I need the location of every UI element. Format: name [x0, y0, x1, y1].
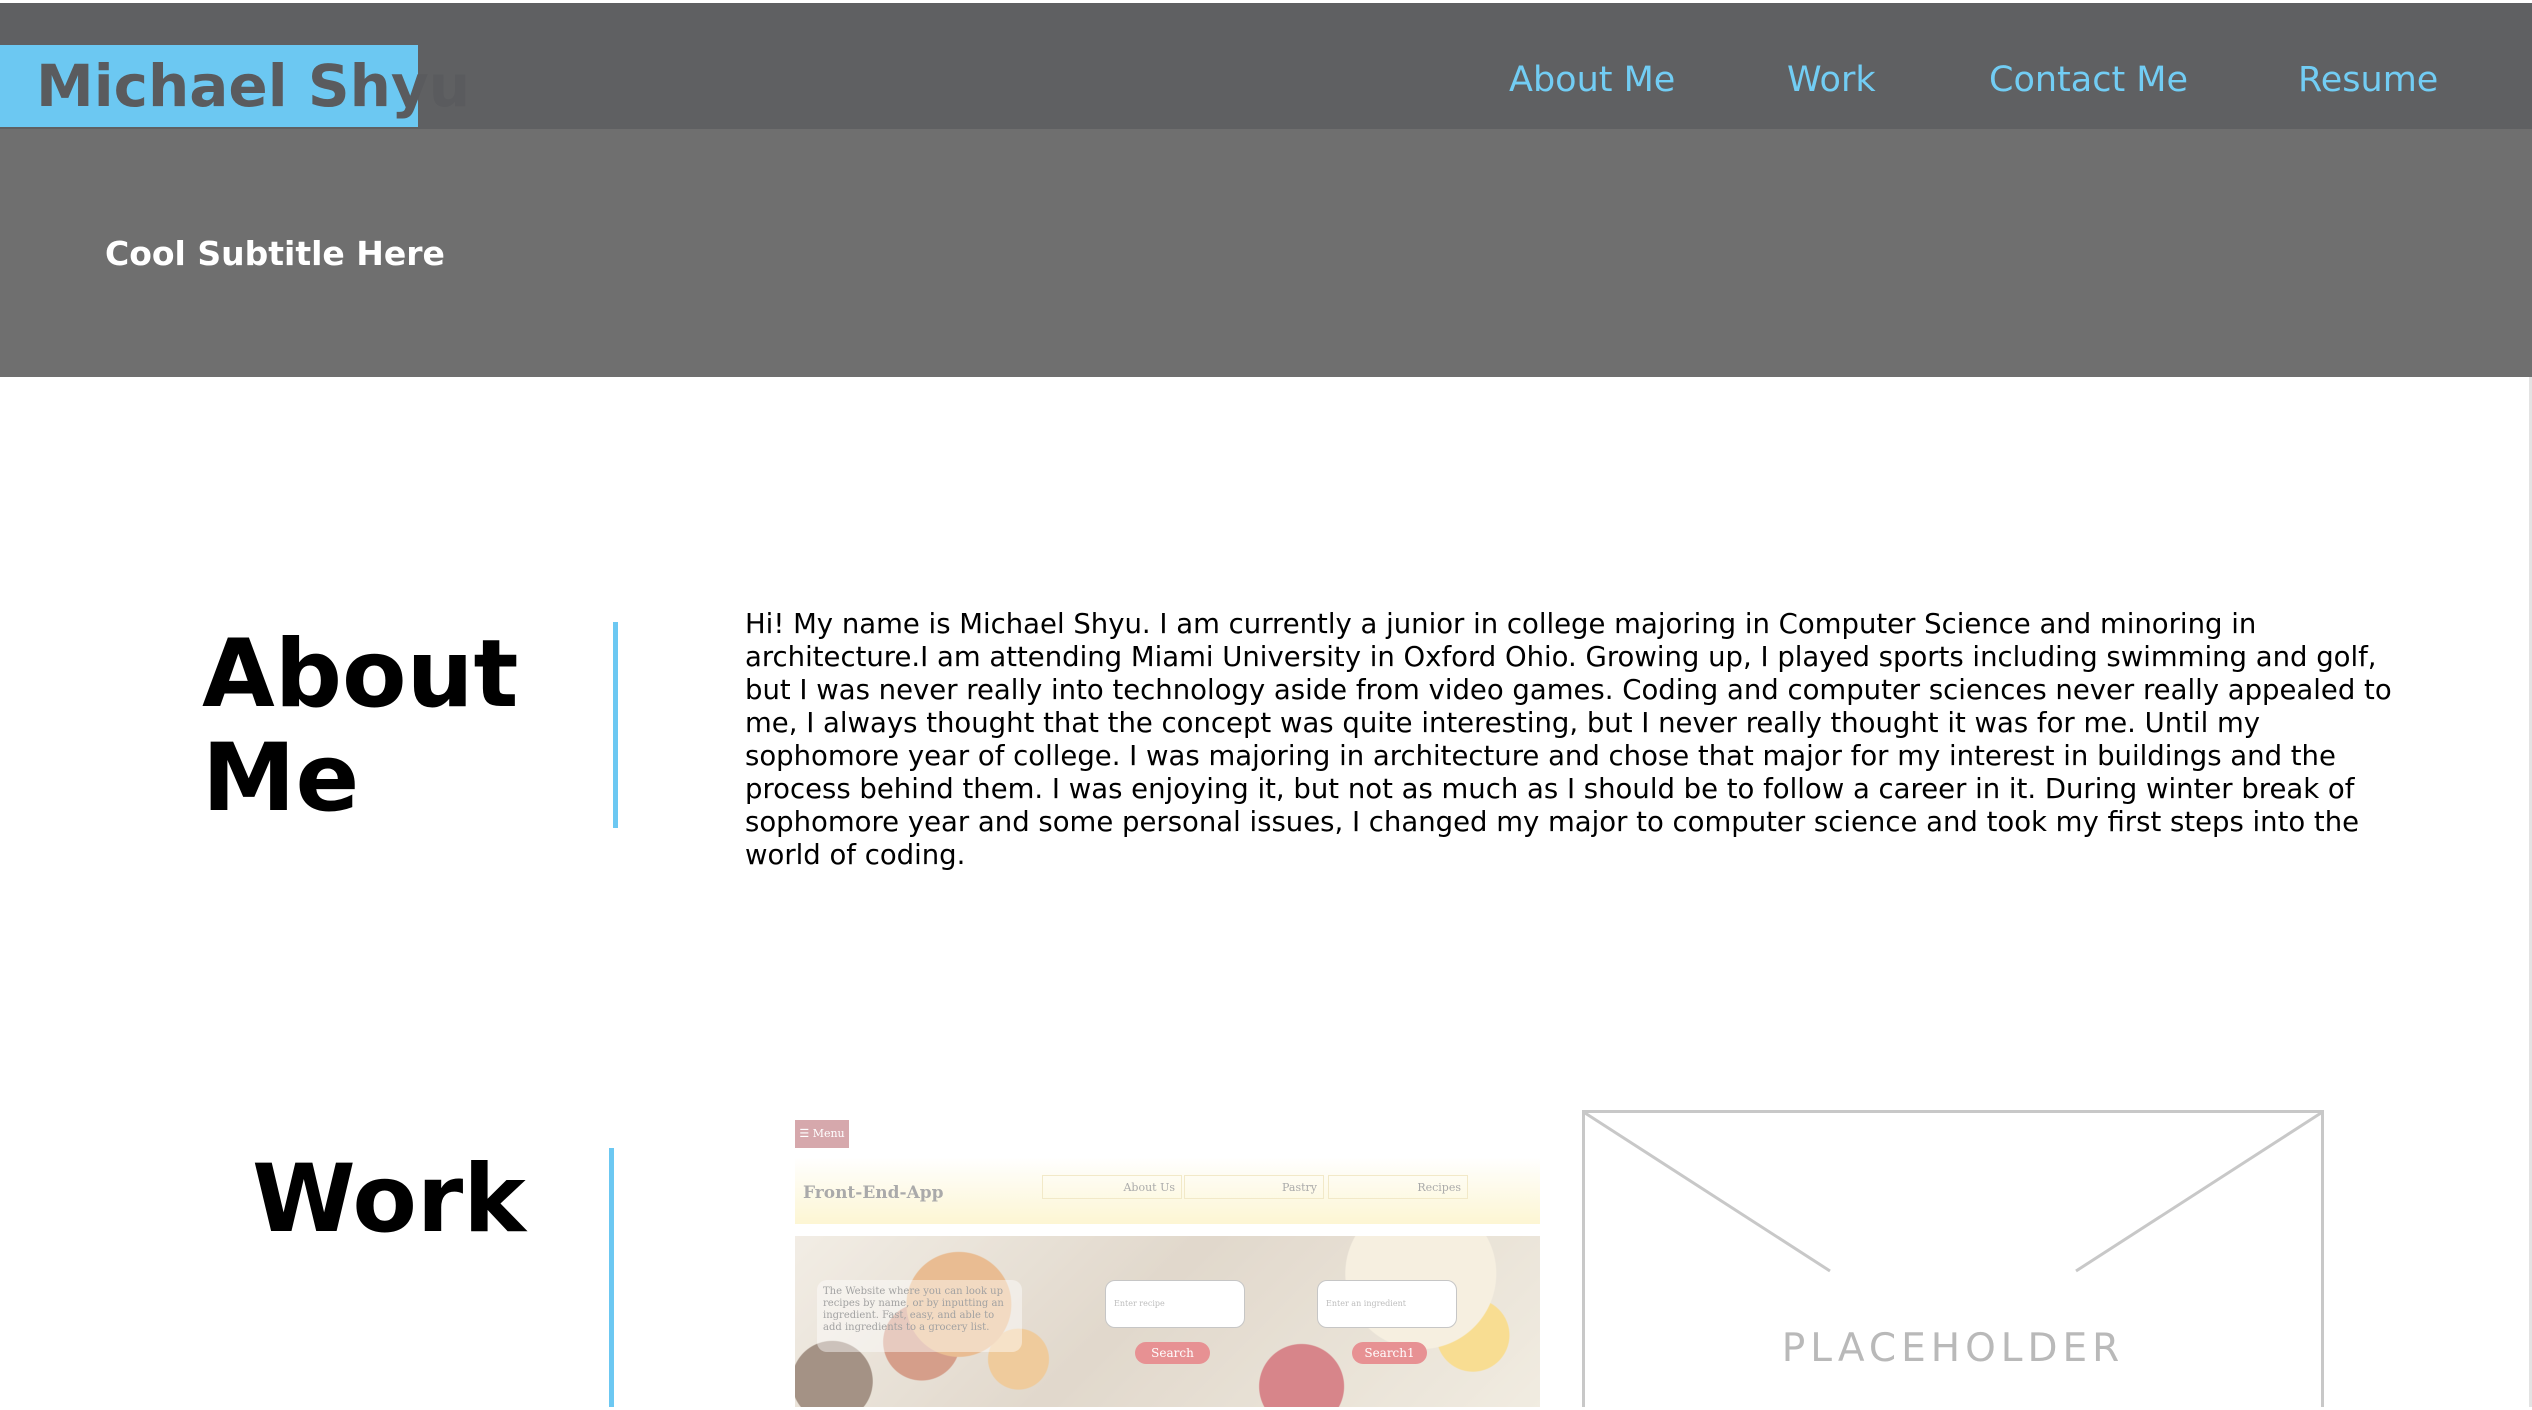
- hero-subtitle: Cool Subtitle Here: [105, 234, 445, 273]
- thumb-tab: Recipes: [1328, 1175, 1468, 1199]
- thumb-ingredient-input: Enter an ingredient: [1317, 1280, 1457, 1328]
- thumb-header: Front-End-App About Us Pastry Recipes: [795, 1158, 1540, 1224]
- placeholder-label: PLACEHOLDER: [1781, 1326, 2125, 1371]
- nav-contact-me[interactable]: Contact Me: [1989, 55, 2188, 105]
- hero-banner: Cool Subtitle Here: [0, 129, 2532, 377]
- about-body: Hi! My name is Michael Shyu. I am curren…: [745, 608, 2392, 871]
- thumb-search-button: Search: [1135, 1342, 1210, 1364]
- nav-work[interactable]: Work: [1787, 55, 1876, 105]
- thumb-recipe-input: Enter recipe: [1105, 1280, 1245, 1328]
- thumb-tab: Pastry: [1184, 1175, 1324, 1199]
- nav-about-me[interactable]: About Me: [1509, 55, 1675, 105]
- project-thumbnail-front-end-app[interactable]: ☰ Menu Front-End-App About Us Pastry Rec…: [795, 1118, 1540, 1407]
- nav-resume[interactable]: Resume: [2298, 55, 2438, 105]
- work-title: Work: [252, 1145, 526, 1254]
- thumb-app-title: Front-End-App: [803, 1183, 944, 1203]
- navbar: Michael Shyu About Me Work Contact Me Re…: [0, 3, 2532, 129]
- about-divider: [613, 622, 618, 828]
- thumb-description: The Website where you can look up recipe…: [817, 1280, 1022, 1352]
- thumb-food-photo: The Website where you can look up recipe…: [795, 1236, 1540, 1407]
- thumb-menu-button: ☰ Menu: [795, 1120, 849, 1148]
- thumb-search1-button: Search1: [1352, 1342, 1427, 1364]
- site-brand[interactable]: Michael Shyu: [0, 45, 470, 127]
- about-title: About Me: [202, 620, 519, 833]
- placeholder-image[interactable]: PLACEHOLDER: [1582, 1110, 2324, 1407]
- thumb-tab: About Us: [1042, 1175, 1182, 1199]
- work-divider: [609, 1148, 614, 1407]
